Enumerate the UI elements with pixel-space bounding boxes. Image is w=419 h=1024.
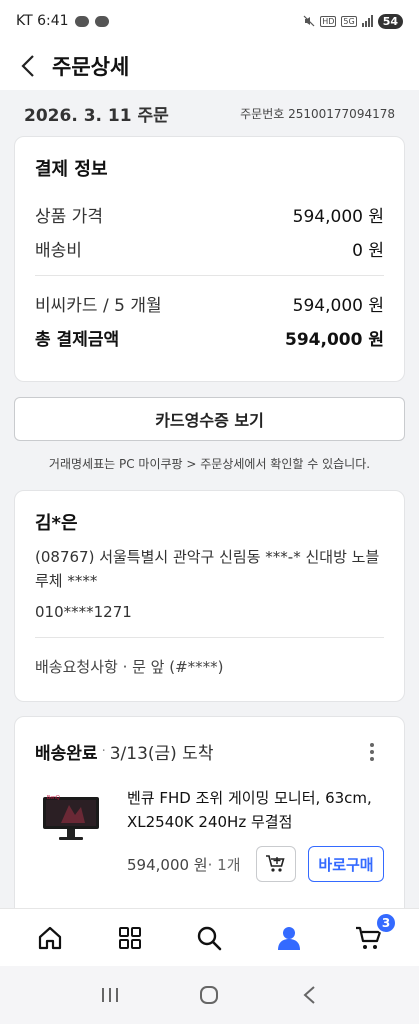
- product-price: 594,000 원: [127, 855, 208, 874]
- payment-title: 결제 정보: [35, 159, 108, 180]
- divider: [35, 275, 384, 276]
- price-line: 594,000 원 · 1개 바로구매: [127, 846, 384, 882]
- nav-cart[interactable]: 3: [347, 911, 398, 960]
- status-left: KT 6:41: [16, 13, 109, 29]
- status-bar: KT 6:41 HD 5G 54: [0, 0, 419, 42]
- buy-now-button[interactable]: 바로구매: [308, 846, 384, 882]
- brand-logo: BenQ: [47, 795, 60, 801]
- signal-icon: [361, 15, 373, 27]
- product-price-value: 594,000 원: [292, 206, 384, 227]
- delivery-status: 배송완료: [35, 744, 98, 764]
- product-qty: · 1개: [207, 855, 241, 874]
- mute-icon: [303, 15, 315, 27]
- statement-notice: 거래명세표는 PC 마이쿠팡 > 주문상세에서 확인할 수 있습니다.: [48, 457, 371, 471]
- shipping-label: 배송비: [35, 240, 82, 261]
- search-icon: [198, 926, 222, 950]
- address-line: (08767) 서울특별시 관악구 신림동 ***-* 신대방 노블루체 ***…: [35, 548, 380, 590]
- delivery-date: 3/13(금) 도착: [109, 744, 214, 764]
- shipping-value: 0 원: [352, 240, 384, 261]
- back-arrow-icon: [303, 986, 315, 1004]
- phone-number: 010****1271: [35, 603, 132, 621]
- total-label: 총 결제금액: [35, 329, 120, 350]
- total-row: 총 결제금액 594,000 원: [35, 322, 384, 352]
- nav-my-coupang[interactable]: [267, 916, 311, 960]
- 5g-icon: 5G: [341, 15, 357, 27]
- page-title: 주문상세: [52, 55, 130, 79]
- product-price-label: 상품 가격: [35, 206, 103, 227]
- card-label: 비씨카드 / 5 개월: [35, 295, 162, 316]
- recent-apps-icon: [101, 988, 118, 1002]
- product-item[interactable]: BenQ 벤큐 FHD 조위 게이밍 모니터, 63cm, XL2540K 24…: [35, 786, 384, 882]
- hd-icon: HD: [320, 15, 337, 27]
- nav-home[interactable]: [28, 916, 72, 960]
- user-icon: [278, 926, 301, 950]
- card-receipt-button[interactable]: 카드영수증 보기: [14, 397, 405, 441]
- order-number: 주문번호 25100177094178: [240, 106, 395, 121]
- delivery-header: 배송완료 · 3/13(금) 도착: [35, 739, 384, 764]
- category-grid-icon: [118, 926, 141, 949]
- add-to-cart-button[interactable]: [256, 846, 296, 882]
- home-button[interactable]: [189, 975, 229, 1015]
- nav-category[interactable]: [108, 916, 152, 960]
- bottom-nav: 3: [0, 908, 419, 966]
- recent-apps-button[interactable]: [90, 975, 130, 1015]
- chevron-left-icon: [21, 55, 34, 77]
- more-options-button[interactable]: [360, 740, 384, 764]
- total-value: 594,000 원: [285, 329, 384, 350]
- status-right: HD 5G 54: [303, 13, 403, 29]
- shipping-row: 배송비 0 원: [35, 233, 384, 263]
- delivery-request: 배송요청사항 · 문 앞 (#****): [35, 637, 384, 677]
- delivery-card: 배송완료 · 3/13(금) 도착 BenQ 벤큐 FHD 조위 게이밍 모니터…: [14, 716, 405, 908]
- carrier-time: KT 6:41: [16, 13, 69, 29]
- back-button[interactable]: [6, 44, 50, 88]
- system-nav: [0, 966, 419, 1024]
- system-back-button[interactable]: [289, 975, 329, 1015]
- app-header: 주문상세: [0, 42, 419, 90]
- payment-card: 결제 정보 상품 가격 594,000 원 배송비 0 원 비씨카드 / 5 개…: [14, 136, 405, 382]
- talk-icon: [74, 15, 89, 27]
- order-date: 2026. 3. 11 주문: [24, 105, 169, 126]
- order-header: 2026. 3. 11 주문 주문번호 25100177094178: [0, 90, 419, 136]
- product-thumbnail[interactable]: BenQ: [35, 786, 107, 850]
- recipient-name: 김*은: [35, 513, 78, 534]
- product-price-row: 상품 가격 594,000 원: [35, 199, 384, 229]
- monitor-image: BenQ: [43, 795, 99, 840]
- cart-plus-icon: [266, 855, 285, 872]
- card-row: 비씨카드 / 5 개월 594,000 원: [35, 288, 384, 318]
- product-info: 벤큐 FHD 조위 게이밍 모니터, 63cm, XL2540K 240Hz 무…: [127, 786, 384, 882]
- content[interactable]: 2026. 3. 11 주문 주문번호 25100177094178 결제 정보…: [0, 90, 419, 908]
- home-icon: [38, 926, 61, 949]
- message-icon: [94, 15, 109, 27]
- cart-count-badge: 3: [375, 911, 398, 934]
- card-value: 594,000 원: [292, 295, 384, 316]
- nav-search[interactable]: [187, 916, 231, 960]
- product-name[interactable]: 벤큐 FHD 조위 게이밍 모니터, 63cm, XL2540K 240Hz 무…: [127, 786, 384, 834]
- home-circle-icon: [200, 986, 219, 1004]
- address-card: 김*은 (08767) 서울특별시 관악구 신림동 ***-* 신대방 노블루체…: [14, 490, 405, 702]
- delivery-separator: ·: [101, 744, 106, 759]
- battery-icon: 54: [377, 13, 403, 29]
